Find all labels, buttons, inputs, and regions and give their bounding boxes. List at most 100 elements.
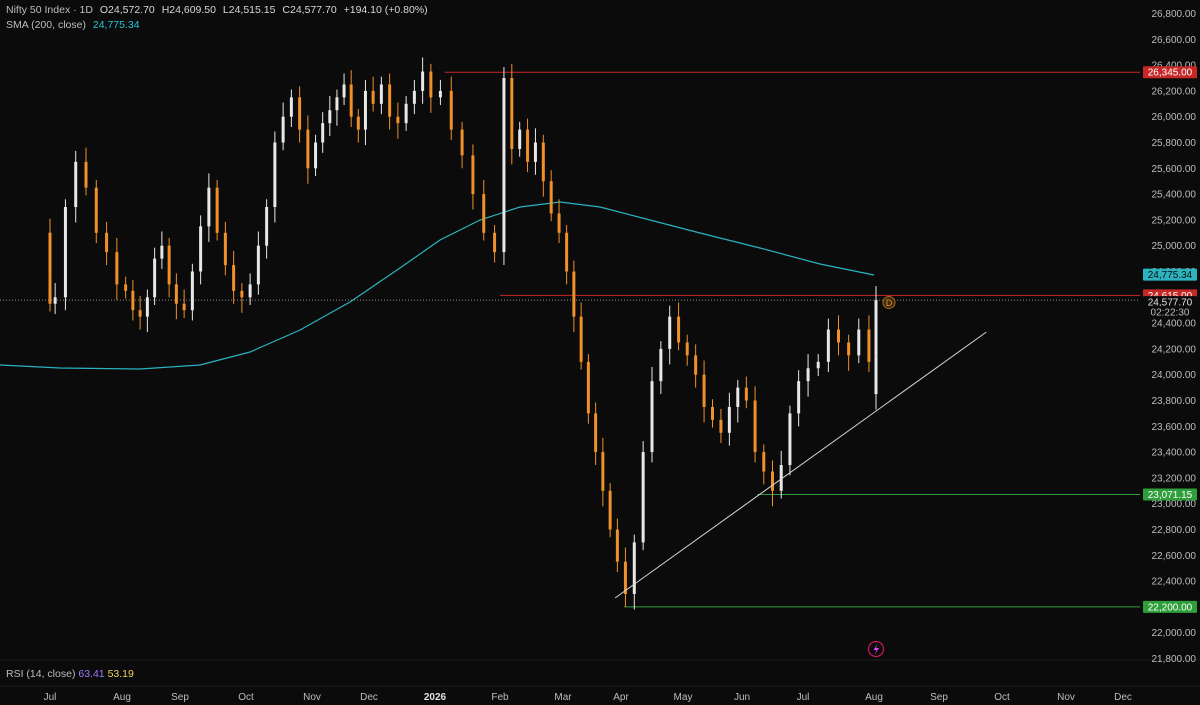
candle-body [623, 561, 627, 594]
tag-level-support: 23,071.15 [1148, 490, 1193, 501]
y-tick-label: 22,000.00 [1152, 628, 1197, 639]
y-tick-label: 23,600.00 [1152, 422, 1197, 433]
x-tick-label: 2026 [424, 692, 447, 703]
candle-body [586, 361, 590, 414]
dividend-marker-label: D [886, 298, 893, 308]
candle-body [138, 310, 142, 317]
candle-body [63, 207, 67, 298]
candle-body [557, 213, 561, 233]
x-tick-label: Jul [797, 692, 810, 703]
candle-body [677, 316, 681, 343]
candle-body [788, 413, 792, 465]
candle-body [167, 245, 171, 285]
x-tick-label: Dec [360, 692, 378, 703]
candle-body [53, 297, 57, 304]
y-tick-label: 22,400.00 [1152, 577, 1197, 588]
candle-body [867, 329, 871, 362]
candle-body [857, 329, 861, 356]
candle-body [438, 90, 442, 98]
high-value: H24,609.50 [161, 4, 216, 16]
candle-body [281, 116, 285, 143]
x-tick-label: Aug [113, 692, 131, 703]
candle-body [84, 161, 88, 188]
candle-body [199, 226, 203, 272]
rsi-value-1: 63.41 [78, 668, 105, 680]
candle-body [215, 187, 219, 233]
candle-body [471, 155, 475, 195]
candle-body [379, 84, 383, 104]
y-tick-label: 23,800.00 [1152, 396, 1197, 407]
candle-body [306, 129, 310, 169]
time-axis[interactable]: Jul Aug Sep Oct Nov Dec 2026 Feb Mar Apr May Jun Jul… [44, 692, 1132, 703]
x-tick-label: Nov [1057, 692, 1075, 703]
candle-body [615, 529, 619, 562]
close-value: C24,577.70 [282, 4, 337, 16]
candle-body [356, 116, 360, 130]
candle-body [541, 142, 545, 182]
candle-body [240, 290, 244, 298]
candle-body [145, 297, 149, 317]
horizontal-levels[interactable] [0, 71, 1140, 608]
x-tick-label: Aug [865, 692, 883, 703]
candle-body [650, 381, 654, 453]
tag-countdown: 02:22:30 [1151, 308, 1190, 319]
candle-body [153, 258, 157, 298]
candle-body [874, 300, 878, 356]
price-chart[interactable]: 21,800.00 22,000.00 22,200.00 22,400.00 22,6… [0, 0, 1200, 705]
sma-label[interactable]: SMA (200, close) [6, 19, 86, 31]
y-tick-label: 24,000.00 [1152, 370, 1197, 381]
candle-body [248, 284, 252, 298]
candle-body [694, 355, 698, 375]
candle-body [659, 348, 663, 382]
y-tick-label: 23,400.00 [1152, 448, 1197, 459]
candle-body [727, 406, 731, 433]
candle-body [753, 400, 757, 453]
symbol-label[interactable]: Nifty 50 Index · 1D [6, 4, 93, 16]
rsi-label[interactable]: RSI (14, close) [6, 668, 75, 680]
y-tick-label: 25,000.00 [1152, 241, 1197, 252]
candle-body [124, 284, 128, 291]
candle-body [412, 90, 416, 104]
candle-body [685, 342, 689, 356]
x-tick-label: Apr [613, 692, 629, 703]
candle-body [273, 142, 277, 207]
candle-body [719, 419, 723, 433]
ascending-trendline[interactable] [614, 331, 987, 599]
candle-body [549, 181, 553, 214]
trendline[interactable] [614, 331, 987, 599]
candle-body [74, 161, 78, 207]
price-axis[interactable]: 21,800.0022,000.0022,200.0022,400.0022,6… [1152, 9, 1197, 665]
candle-body [771, 471, 774, 491]
candle-body [744, 387, 748, 401]
tag-level-top: 26,345.00 [1148, 68, 1193, 79]
lightning-icon[interactable] [867, 640, 885, 658]
candle-body [806, 368, 810, 382]
x-tick-label: Feb [491, 692, 509, 703]
candle-body [526, 129, 530, 162]
x-tick-label: Nov [303, 692, 321, 703]
candle-body [160, 245, 164, 259]
sma-line [0, 201, 875, 370]
candle-body [837, 329, 840, 343]
candle-body [847, 342, 851, 356]
y-tick-label: 25,600.00 [1152, 164, 1197, 175]
candle-body [328, 110, 332, 124]
y-tick-label: 26,200.00 [1152, 86, 1197, 97]
candle-body [223, 232, 227, 266]
price-grid [0, 659, 1200, 687]
candle-body [668, 316, 672, 349]
x-tick-label: Sep [171, 692, 189, 703]
candle-body [314, 142, 318, 169]
candle-body [826, 329, 830, 362]
rsi-legend: RSI (14, close) 63.41 53.19 [6, 668, 134, 680]
candle-body [565, 232, 569, 272]
dividend-marker[interactable]: D [867, 295, 896, 658]
candle-body [601, 452, 605, 491]
x-tick-label: Sep [930, 692, 948, 703]
low-value: L24,515.15 [222, 4, 276, 16]
y-tick-label: 22,600.00 [1152, 551, 1197, 562]
sma-200-line [0, 201, 875, 370]
x-tick-label: Jul [44, 692, 57, 703]
candle-body [131, 290, 135, 311]
change-value: +194.10 (+0.80%) [343, 4, 428, 16]
